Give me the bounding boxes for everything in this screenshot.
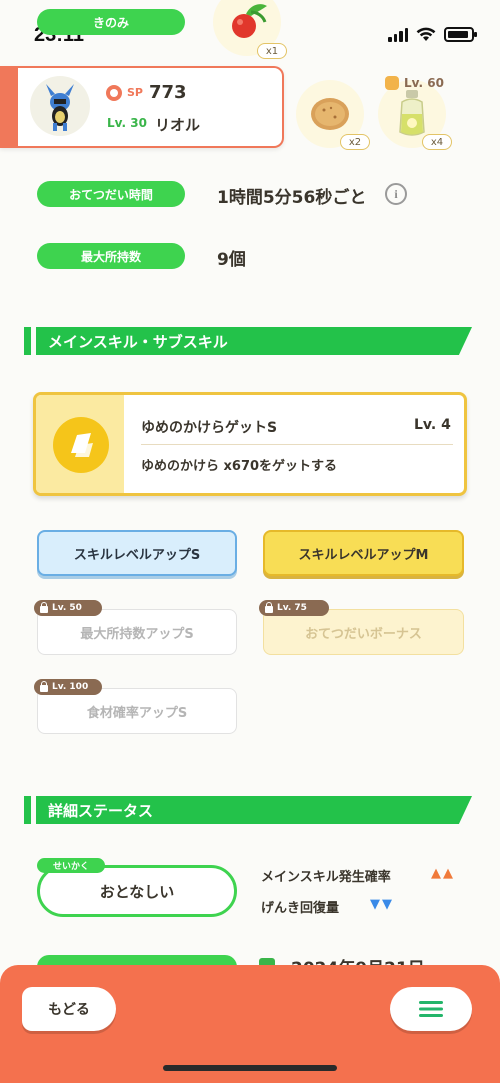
nature-up-stat: メインスキル発生確率	[261, 870, 391, 885]
berry-count: x1	[257, 43, 287, 59]
back-label: もどる	[48, 1002, 90, 1018]
subskill-label: 最大所持数アップS	[80, 626, 194, 642]
status-icons	[388, 27, 477, 42]
lock-icon	[40, 680, 48, 692]
back-button[interactable]: もどる	[22, 987, 116, 1031]
berry-label: きのみ	[92, 15, 129, 30]
bottom-bar: もどる	[0, 965, 500, 1083]
lock-level: Lv. 75	[277, 603, 307, 613]
details-section-title: 詳細ステータス	[36, 796, 472, 824]
lock-icon	[385, 76, 399, 90]
help-time-label: おてつだい時間	[69, 187, 153, 202]
signal-icon	[388, 27, 408, 42]
subskill-label: スキルレベルアップM	[298, 547, 429, 563]
lock-level: Lv. 50	[52, 603, 82, 613]
up-arrows-icon: ▲▲	[431, 866, 455, 881]
lock-icon	[265, 601, 273, 613]
help-time-value: 1時間5分56秒ごと	[217, 188, 367, 208]
subskill-skill-level-up-m[interactable]: スキルレベルアップM	[263, 530, 464, 576]
nature-tag: せいかく	[37, 858, 105, 873]
sp-value: 773	[149, 82, 187, 103]
pokemon-level: Lv. 30	[107, 116, 147, 130]
pokemon-card[interactable]: SP 773 Lv. 30 リオル	[0, 66, 284, 148]
lock-icon	[40, 601, 48, 613]
details-section-header: 詳細ステータス	[24, 796, 472, 824]
subskill-lock-tag: Lv. 75	[259, 600, 329, 616]
wifi-icon	[416, 27, 436, 41]
nature-down-stat: げんき回復量	[261, 901, 340, 916]
subskill-lock-tag: Lv. 100	[34, 679, 102, 695]
max-carry-value: 9個	[217, 250, 246, 270]
sp-label: SP	[127, 86, 143, 99]
menu-button[interactable]	[390, 987, 472, 1031]
skills-section-title: メインスキル・サブスキル	[36, 327, 472, 355]
hamburger-menu-icon	[419, 1001, 443, 1017]
max-carry-label-pill: 最大所持数	[37, 243, 185, 269]
info-icon[interactable]: i	[385, 183, 407, 205]
nature-tag-label: せいかく	[52, 862, 89, 872]
lock-level: Lv. 100	[52, 682, 89, 692]
help-time-label-pill: おてつだい時間	[37, 181, 185, 207]
potato-count: x2	[340, 134, 370, 150]
pokemon-name: リオル	[155, 116, 201, 134]
main-skill-desc: ゆめのかけら x670をゲットする	[141, 459, 338, 474]
oil-count: x4	[422, 134, 452, 150]
down-arrows-icon: ▼▼	[370, 897, 394, 912]
pokemon-sprite-icon	[46, 84, 74, 131]
berry-label-pill: きのみ	[37, 9, 185, 35]
sp-icon	[106, 85, 122, 101]
pokemon-avatar	[30, 76, 90, 136]
skills-section-header: メインスキル・サブスキル	[24, 327, 472, 355]
subskill-label: おてつだいボーナス	[305, 626, 422, 642]
nature-value: おとなしい	[99, 882, 175, 901]
dream-shard-icon	[53, 417, 109, 473]
subskill-lock-tag: Lv. 50	[34, 600, 102, 616]
max-carry-label: 最大所持数	[80, 249, 141, 264]
subskill-label: スキルレベルアップS	[73, 547, 201, 563]
main-skill-name: ゆめのかけらゲットS	[141, 420, 278, 436]
main-skill-level: Lv. 4	[414, 417, 451, 433]
home-indicator	[163, 1065, 337, 1071]
main-skill-card[interactable]: ゆめのかけらゲットS Lv. 4 ゆめのかけら x670をゲットする	[33, 392, 467, 496]
subskill-label: 食材確率アップS	[86, 705, 188, 721]
oil-lock-level: Lv. 60	[404, 76, 444, 90]
battery-icon	[444, 27, 477, 42]
subskill-skill-level-up-s[interactable]: スキルレベルアップS	[37, 530, 237, 576]
